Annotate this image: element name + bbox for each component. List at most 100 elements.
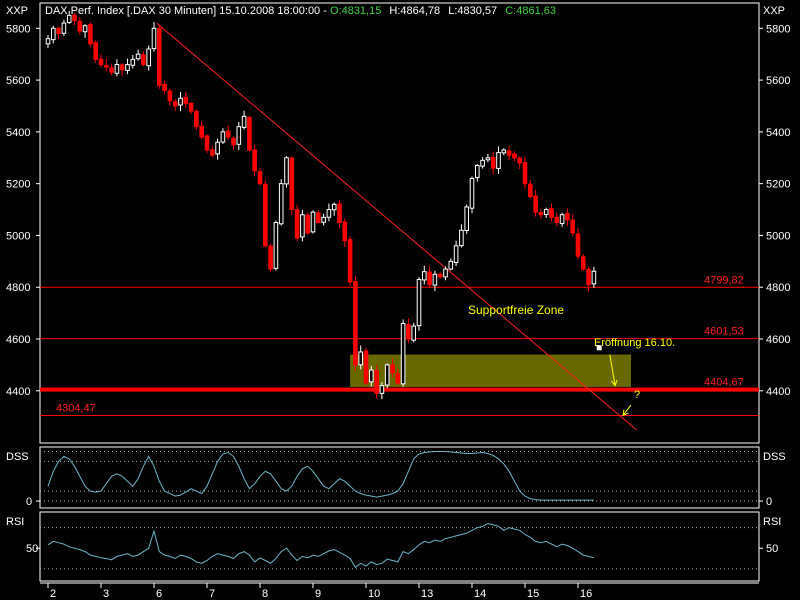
x-tick-label: 3	[103, 588, 109, 600]
candle-body	[98, 58, 104, 66]
candle-body	[93, 42, 99, 60]
candle-body	[538, 212, 544, 216]
dss-panel: DSS DSS 0 0	[6, 446, 786, 509]
candle-body	[559, 214, 565, 225]
candle-body	[363, 350, 369, 384]
rsi-panel-frame	[39, 511, 760, 582]
level-label: 4404,67	[704, 377, 744, 389]
candle-body	[77, 20, 83, 32]
candle-body	[586, 268, 591, 286]
dss-tick-label-right: 0	[766, 496, 772, 508]
y-tick-label-left: 5800	[6, 23, 30, 35]
candle-body	[284, 157, 289, 185]
x-tick-label: 8	[262, 588, 268, 600]
candle-body	[448, 260, 454, 270]
candle-body	[268, 245, 273, 270]
candle-body	[151, 27, 157, 50]
candle-body	[125, 64, 130, 71]
candle-body	[469, 177, 475, 209]
candle-body	[475, 165, 480, 179]
rsi-panel: RSI RSI 50 50	[6, 511, 781, 582]
candle-body	[204, 135, 210, 151]
opening-marker	[596, 345, 602, 351]
candle-body	[294, 209, 300, 239]
candle-body	[427, 271, 432, 286]
question-mark: ?	[634, 389, 640, 401]
candle-body	[162, 83, 167, 91]
candle-body	[119, 64, 125, 71]
ohlc-open: O:4831,15	[330, 5, 381, 17]
y-tick-label-right: 5800	[766, 23, 790, 35]
dss-tick-label-left: 0	[26, 496, 32, 508]
candle-body	[183, 96, 189, 104]
candle-body	[432, 273, 438, 286]
candle-body	[72, 14, 77, 22]
x-tick-label: 13	[421, 588, 433, 600]
axis-label-right: XXP	[763, 5, 785, 17]
candle-body	[278, 183, 284, 225]
candle-body	[374, 369, 379, 394]
candle-body	[528, 183, 533, 198]
y-tick-label-left: 5200	[6, 179, 30, 191]
candle-body	[522, 162, 528, 185]
level-label: 4601,53	[704, 326, 744, 338]
x-axis: 2 3 6 7 8 9 10 13 14 15 16	[40, 582, 759, 600]
y-ticks-left: 4400 4600 4800 5000 5200 5400 5600 5800	[6, 23, 40, 398]
candle-body	[247, 117, 252, 151]
candle-body	[109, 67, 114, 73]
candle-body	[257, 171, 263, 185]
y-tick-label-left: 4600	[6, 334, 30, 346]
candle-body	[236, 126, 242, 145]
y-tick-label-right: 4800	[766, 282, 790, 294]
chart-title: DAX Perf. Index [.DAX 30 Minuten] 15.10.…	[45, 5, 556, 17]
zone-label: Supportfreie Zone	[468, 303, 564, 317]
x-tick-label: 14	[474, 588, 486, 600]
candle-body	[406, 324, 411, 340]
candle-body	[56, 27, 61, 34]
candle-body	[581, 256, 586, 270]
dss-label-left: DSS	[6, 451, 29, 463]
candle-body	[220, 131, 226, 143]
candle-body	[300, 214, 305, 238]
candle-body	[114, 64, 120, 74]
candle-body	[453, 245, 459, 263]
candle-body	[480, 159, 485, 167]
rsi-tick-label-left: 50	[26, 543, 38, 555]
y-tick-label-right: 5400	[766, 127, 790, 139]
candle-body	[591, 270, 597, 285]
candle-body	[146, 48, 151, 67]
candle-body	[416, 278, 422, 327]
candle-body	[252, 149, 257, 172]
candle-body	[390, 364, 395, 374]
candle-body	[490, 156, 496, 169]
candle-body	[210, 149, 215, 156]
candle-body	[422, 271, 427, 281]
candle-body	[167, 90, 173, 102]
candle-body	[188, 102, 194, 112]
candle-body	[517, 157, 523, 164]
candle-body	[565, 213, 570, 221]
candle-body	[225, 130, 231, 138]
candle-body	[337, 203, 342, 224]
candle-body	[263, 183, 268, 247]
y-tick-label-left: 5000	[6, 230, 30, 242]
candle-body	[549, 208, 554, 218]
candle-body	[326, 209, 332, 218]
candle-body	[61, 22, 67, 34]
candle-body	[241, 115, 247, 128]
candle-body	[331, 203, 337, 211]
candle-body	[485, 157, 491, 161]
candle-body	[384, 364, 390, 386]
candle-body	[51, 27, 56, 41]
axis-label-left: XXP	[6, 5, 28, 17]
candle-body	[400, 322, 406, 385]
candle-body	[353, 281, 358, 366]
ohlc-high: H:4864,78	[389, 5, 440, 17]
candle-body	[135, 53, 141, 60]
candle-body	[501, 149, 507, 154]
rsi-label-left: RSI	[6, 516, 24, 528]
x-tick-label: 7	[209, 588, 215, 600]
x-tick-label: 15	[527, 588, 539, 600]
candle-body	[305, 214, 310, 234]
y-tick-label-right: 5000	[766, 230, 790, 242]
